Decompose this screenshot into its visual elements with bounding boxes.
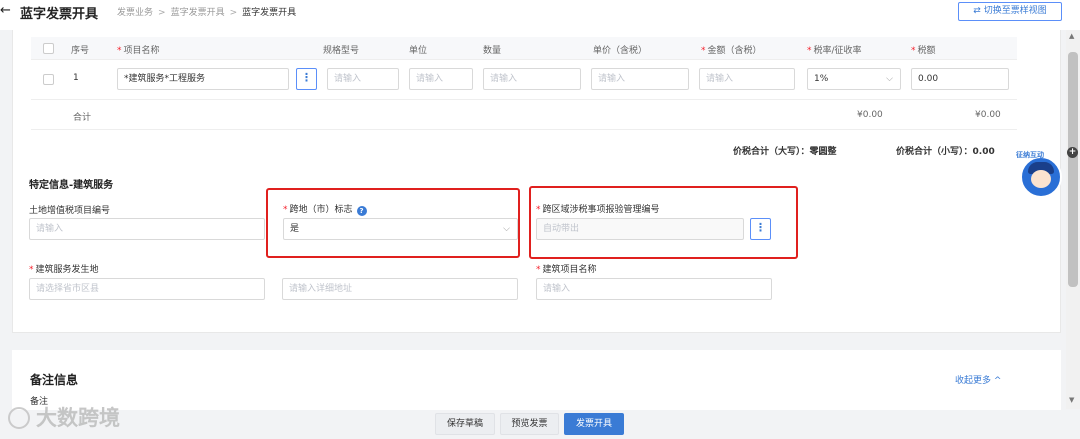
required-mark: * [807,46,812,56]
scroll-down-icon[interactable]: ▼ [1069,396,1074,404]
scroll-up-icon[interactable]: ▲ [1069,32,1074,40]
required-mark: * [701,46,706,56]
column-amount: * 金额（含税） [701,43,762,56]
breadcrumb-separator: > [229,8,238,18]
vertical-scrollbar[interactable]: ▲ ▼ [1066,30,1080,409]
collapse-more-link[interactable]: 收起更多 ^ [955,373,1001,386]
tax-input[interactable]: 0.00 [911,68,1009,90]
issue-invoice-button[interactable]: 发票开具 [564,413,624,435]
switch-to-sample-view-button[interactable]: ⇄ 切换至票样视图 [958,2,1062,21]
tax-rate-value: 1% [814,74,829,84]
watermark-logo: 大数跨境 [8,402,120,432]
tax-rate-select[interactable]: 1% ⌵ [807,68,901,90]
column-tax-rate: * 税率/征收率 [807,43,862,56]
highlight-box-cross-region [266,188,520,258]
breadcrumb-item[interactable]: 蓝字发票开具 [171,8,225,18]
address-input[interactable]: 请输入详细地址 [282,278,518,300]
total-lowercase-value: 0.00 [972,147,995,157]
total-uppercase-label: 价税合计（大写）： [733,147,810,157]
required-mark: * [29,265,34,275]
column-seq: 序号 [71,46,90,56]
remark-card: 备注信息 收起更多 ^ 备注 [12,350,1061,410]
sum-label: 合计 [73,113,92,123]
required-mark: * [911,46,916,56]
location-label: * 建筑服务发生地 [29,262,99,275]
highlight-box-cross-tax [529,186,798,259]
assistant-label: 征纳互动 [1016,151,1044,159]
total-lowercase: 价税合计（小写）：0.00 [896,144,995,157]
column-item-name-label: 项目名称 [123,46,160,56]
scroll-thumb[interactable] [1068,52,1078,287]
column-tax-label: 税额 [917,46,936,56]
save-draft-button[interactable]: 保存草稿 [435,413,495,435]
column-unit-price: 单价（含税） [593,46,648,56]
location-label-text: 建筑服务发生地 [35,265,99,275]
project-label-text: 建筑项目名称 [542,265,597,275]
land-vat-input[interactable]: 请输入 [29,218,265,240]
special-info-title: 特定信息-建筑服务 [29,180,114,191]
column-tax-rate-label: 税率/征收率 [813,46,862,56]
breadcrumb-separator: > [158,8,166,18]
watermark-text: 大数跨境 [36,406,120,430]
column-unit: 单位 [409,46,428,56]
total-uppercase: 价税合计（大写）：零圆整 [733,144,837,157]
column-item-name: * 项目名称 [117,43,160,56]
unit-price-input[interactable]: 请输入 [591,68,689,90]
location-select[interactable]: 请选择省市区县 [29,278,265,300]
sum-amount: ¥0.00 [857,110,883,120]
amount-input[interactable]: 请输入 [699,68,795,90]
watermark-icon [8,407,30,429]
required-mark: * [536,265,541,275]
breadcrumb-current: 蓝字发票开具 [242,8,297,18]
total-uppercase-value: 零圆整 [809,147,837,157]
project-label: * 建筑项目名称 [536,262,597,275]
table-header: 序号 * 项目名称 规格型号 单位 数量 单价（含税） * 金额（含税） * 税率/征… [31,37,1017,60]
preview-invoice-button[interactable]: 预览发票 [500,413,559,435]
total-lowercase-label: 价税合计（小写）： [896,147,973,157]
column-qty: 数量 [483,46,502,56]
row-checkbox[interactable] [43,74,54,85]
column-amount-label: 金额（含税） [707,46,762,56]
remark-title: 备注信息 [30,373,79,387]
unit-input[interactable]: 请输入 [409,68,473,90]
item-name-input[interactable]: *建筑服务*工程服务 [117,68,289,90]
assistant-avatar[interactable] [1020,156,1062,198]
sum-tax: ¥0.00 [975,110,1001,120]
assistant-face [1031,170,1051,188]
required-mark: * [117,46,122,56]
table-row: 1 *建筑服务*工程服务 ⋮ 请输入 请输入 请输入 请输入 请输入 1% ⌵ … [31,60,1017,100]
top-bar: ← 蓝字发票开具 发票业务 > 蓝字发票开具 > 蓝字发票开具 ⇄ 切换至票样视图 [0,0,1080,30]
row-seq: 1 [73,73,79,83]
column-spec: 规格型号 [323,46,360,56]
qty-input[interactable]: 请输入 [483,68,581,90]
sum-row: 合计 ¥0.00 ¥0.00 [31,100,1017,130]
spec-input[interactable]: 请输入 [327,68,399,90]
item-name-more-button[interactable]: ⋮ [296,68,317,90]
chevron-down-icon: ⌵ [886,74,893,84]
breadcrumb: 发票业务 > 蓝字发票开具 > 蓝字发票开具 [117,5,296,18]
land-vat-label: 土地增值税项目编号 [29,206,111,216]
plus-icon[interactable]: + [1067,147,1078,158]
breadcrumb-item[interactable]: 发票业务 [117,8,153,18]
arrow-left-icon[interactable]: ← [0,3,11,18]
select-all-checkbox[interactable] [43,43,54,54]
column-tax: * 税额 [911,43,936,56]
page-title: 蓝字发票开具 [20,7,99,22]
project-name-input[interactable]: 请输入 [536,278,772,300]
